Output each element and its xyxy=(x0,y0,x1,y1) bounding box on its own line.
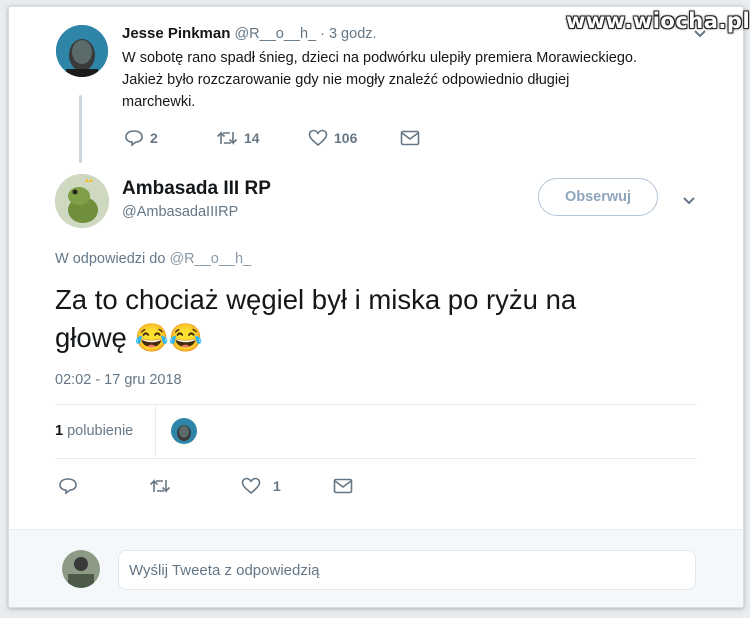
heart-icon xyxy=(308,129,328,147)
retweet-icon xyxy=(149,479,171,493)
main-like-count: 1 xyxy=(273,478,281,494)
main-text-line: Za to chociaż węgiel był i miska po ryżu… xyxy=(55,284,577,315)
reply-icon xyxy=(125,130,143,147)
likes-summary-count: 1 xyxy=(55,423,64,439)
main-message-button[interactable] xyxy=(333,477,353,495)
parent-retweet-count: 14 xyxy=(244,130,260,146)
parent-retweet-button[interactable]: 14 xyxy=(216,129,308,147)
divider xyxy=(55,458,697,459)
watermark-logo: www.wiocha.pl xyxy=(566,9,750,33)
parent-author-name[interactable]: Jesse Pinkman xyxy=(122,25,230,42)
follow-button[interactable]: Obserwuj xyxy=(538,178,658,216)
parent-time[interactable]: · 3 godz. xyxy=(320,26,376,42)
envelope-icon xyxy=(333,478,353,494)
parent-text-line: marchewki. xyxy=(122,94,196,110)
divider xyxy=(55,404,697,405)
main-actions: 1 xyxy=(58,477,353,495)
reply-icon xyxy=(59,478,77,495)
main-tweet-text: Za to chociaż węgiel był i miska po ryżu… xyxy=(55,281,576,357)
jesse-avatar[interactable] xyxy=(56,25,108,77)
main-author-name[interactable]: Ambasada III RP xyxy=(122,178,271,200)
main-handle[interactable]: @AmbasadaIIIRP xyxy=(122,204,238,220)
reply-to-prefix: W odpowiedzi do xyxy=(55,251,166,267)
heart-icon xyxy=(241,477,261,495)
reply-to-line: W odpowiedzi do @R__o__h_ xyxy=(55,251,251,267)
user-avatar[interactable] xyxy=(62,550,100,588)
parent-text-line: W sobotę rano spadł śnieg, dzieci na pod… xyxy=(122,50,638,66)
parent-like-button[interactable]: 106 xyxy=(308,129,400,147)
envelope-icon xyxy=(400,130,420,146)
parent-reply-count: 2 xyxy=(150,130,158,146)
liker-avatar[interactable] xyxy=(171,418,197,444)
parent-actions: 2 14 106 xyxy=(124,129,420,147)
parent-text-line: Jakież było rozczarowanie gdy nie mogły … xyxy=(122,72,570,88)
main-reply-button[interactable] xyxy=(58,477,149,495)
reply-bar: Wyślij Tweeta z odpowiedzią xyxy=(9,529,743,607)
likes-summary[interactable]: 1 polubienie xyxy=(55,423,133,439)
chevron-down-icon[interactable] xyxy=(682,196,696,206)
main-timestamp[interactable]: 02:02 - 17 gru 2018 xyxy=(55,372,182,388)
parent-text: W sobotę rano spadł śnieg, dzieci na pod… xyxy=(122,47,722,113)
parent-header: Jesse Pinkman @R__o__h_ · 3 godz. xyxy=(122,25,377,42)
divider xyxy=(155,405,156,457)
parent-reply-button[interactable]: 2 xyxy=(124,129,216,147)
ambasada-avatar[interactable] xyxy=(55,174,109,228)
main-like-button[interactable]: 1 xyxy=(241,477,333,495)
main-retweet-button[interactable] xyxy=(149,477,241,495)
retweet-icon xyxy=(216,131,238,145)
reply-input[interactable]: Wyślij Tweeta z odpowiedzią xyxy=(118,550,696,590)
parent-like-count: 106 xyxy=(334,130,358,146)
main-text-line: głowę 😂😂 xyxy=(55,322,203,353)
likes-summary-label: polubienie xyxy=(67,423,134,439)
parent-handle[interactable]: @R__o__h_ xyxy=(234,26,316,42)
reply-to-handle[interactable]: @R__o__h_ xyxy=(169,251,251,267)
parent-message-button[interactable] xyxy=(400,129,420,147)
thread-line xyxy=(79,95,82,163)
tweet-card: Jesse Pinkman @R__o__h_ · 3 godz. W sobo… xyxy=(8,6,744,608)
